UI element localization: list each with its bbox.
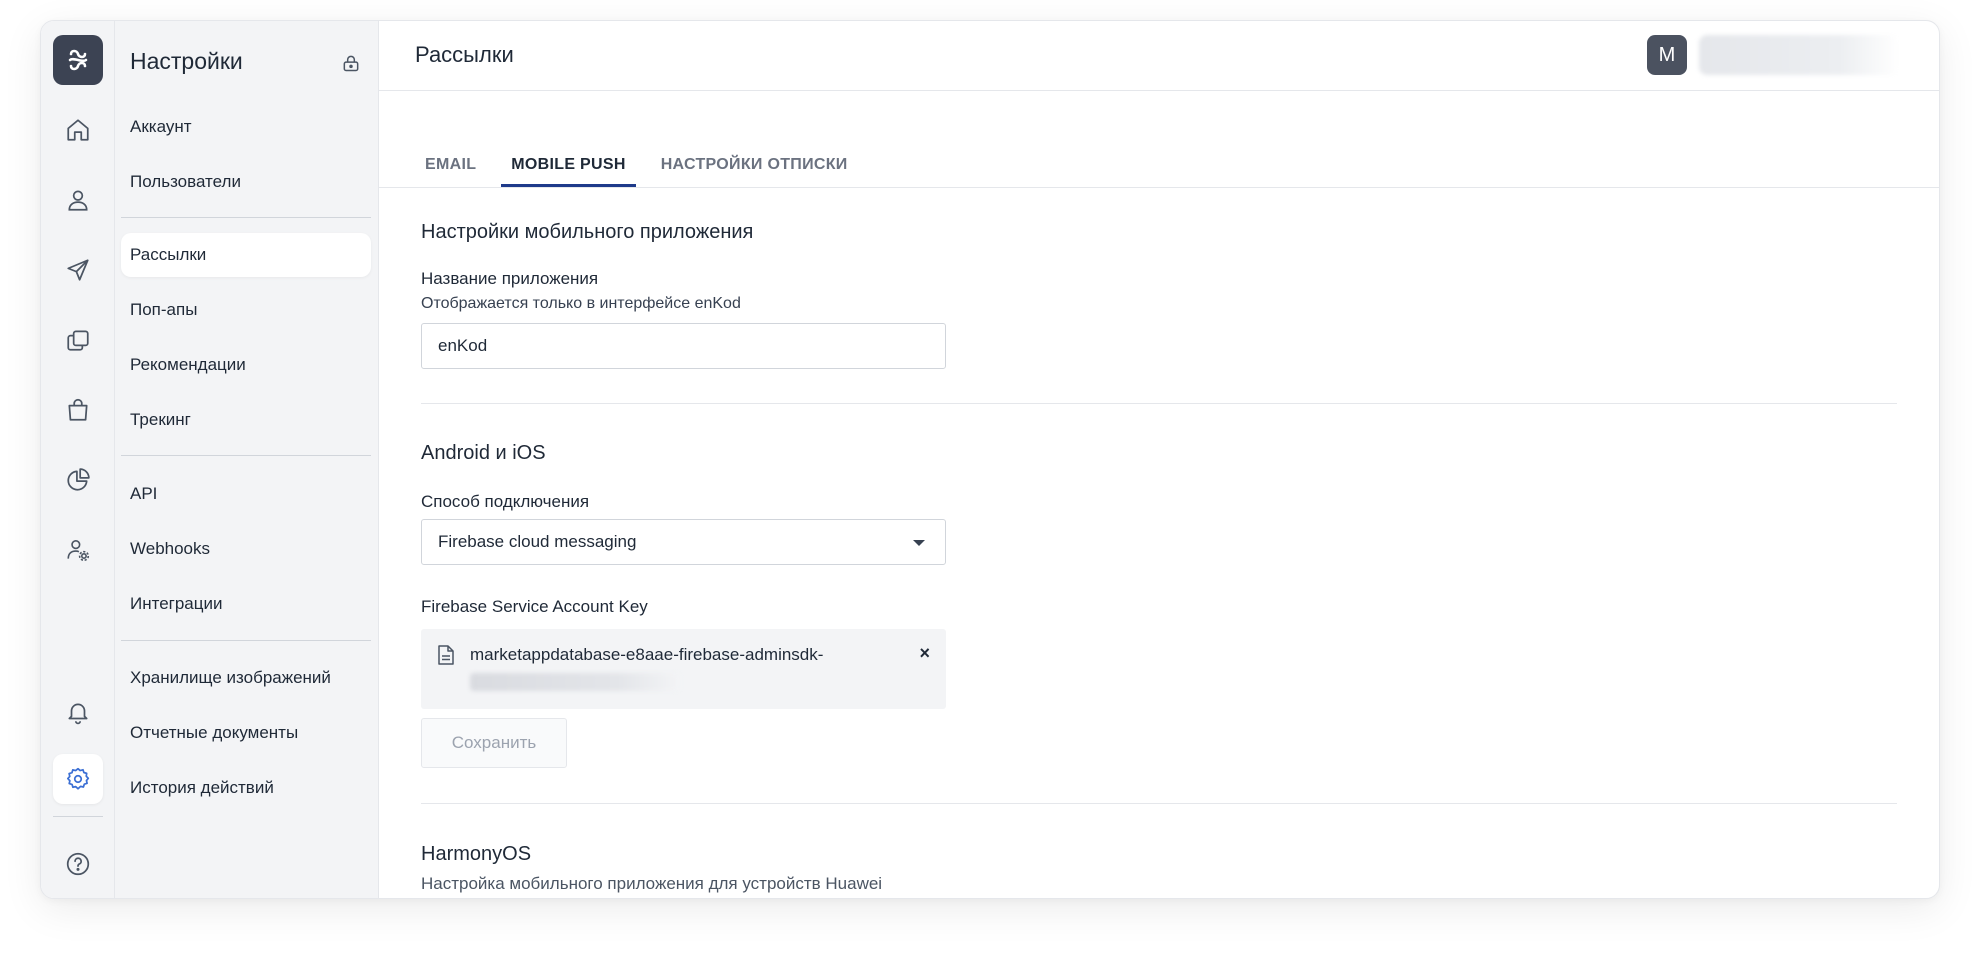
sidebar-item-mailings[interactable]: Рассылки [121,233,371,277]
pie-chart-icon [67,468,90,491]
send-icon [67,259,89,281]
tab-unsubscribe-settings[interactable]: НАСТРОЙКИ ОТПИСКИ [651,133,858,187]
sidebar-item-action-history[interactable]: История действий [121,766,371,810]
lock-icon [343,55,359,72]
tab-divider [379,187,1939,188]
connection-method-label: Способ подключения [421,492,590,511]
logo-icon [68,49,88,71]
app-name-input[interactable] [421,323,946,369]
home-icon [67,119,89,141]
sidebar-item-image-storage[interactable]: Хранилище изображений [121,656,371,700]
rail-campaigns-button[interactable] [53,245,103,295]
rail-home-button[interactable] [53,105,103,155]
sidebar-divider [121,455,371,456]
sidebar-item-integrations[interactable]: Интеграции [121,582,371,626]
file-icon [437,645,455,665]
app-name-hint: Отображается только в интерфейсе enKod [421,295,741,312]
app-name-label: Название приложения [421,269,599,288]
main-content: Рассылки M EMAIL MOBILE PUSH НАСТРОЙКИ О… [379,21,1939,898]
android-ios-title: Android и iOS [421,442,546,464]
tab-bar: EMAIL MOBILE PUSH НАСТРОЙКИ ОТПИСКИ [415,133,873,187]
sidebar-item-reports[interactable]: Отчетные документы [121,711,371,755]
tab-mobile-push[interactable]: MOBILE PUSH [501,133,636,187]
page-title: Рассылки [415,42,514,67]
sidebar-title: Настройки [130,48,243,74]
rail-roles-button[interactable] [53,525,103,575]
bag-icon [68,398,88,421]
section-divider [421,403,1897,404]
sidebar-divider [121,217,371,218]
sidebar-item-users[interactable]: Пользователи [121,160,371,204]
app-settings-title: Настройки мобильного приложения [421,221,754,243]
remove-file-button[interactable]: × [919,643,930,664]
harmonyos-description: Настройка мобильного приложения для устр… [421,874,883,893]
sidebar-item-popups[interactable]: Поп-апы [121,288,371,332]
sidebar-item-api[interactable]: API [121,472,371,516]
app-window: Настройки Аккаунт Пользователи Рассылки … [40,20,1940,899]
enkod-logo[interactable] [53,35,103,85]
sidebar-divider [121,640,371,641]
tab-email[interactable]: EMAIL [415,133,486,187]
rail-analytics-button[interactable] [53,455,103,505]
connection-method-select[interactable]: Firebase cloud messaging [421,519,946,565]
sidebar-item-webhooks[interactable]: Webhooks [121,527,371,571]
save-button[interactable]: Сохранить [421,718,567,768]
connection-method-value: Firebase cloud messaging [438,532,637,551]
service-account-key-file: marketappdatabase-e8aae-firebase-adminsd… [421,629,946,709]
rail-divider [53,816,103,817]
section-divider [421,803,1897,804]
bell-icon [68,703,88,725]
sidebar-item-recommendations[interactable]: Рекомендации [121,343,371,387]
copy-icon [67,330,89,351]
rail-templates-button[interactable] [53,315,103,365]
rail-notifications-button[interactable] [53,687,103,737]
user-settings-icon [67,539,90,562]
sidebar-item-account[interactable]: Аккаунт [121,105,371,149]
chevron-down-icon [913,540,925,546]
avatar[interactable]: M [1647,35,1687,75]
rail-products-button[interactable] [53,385,103,435]
help-icon [66,852,90,876]
rail-settings-button[interactable] [53,754,103,804]
service-account-key-label: Firebase Service Account Key [421,597,648,616]
file-name: marketappdatabase-e8aae-firebase-adminsd… [470,645,824,664]
file-name-redacted [470,673,680,691]
rail-help-button[interactable] [53,839,103,889]
top-bar: Рассылки M [379,21,1939,91]
gear-icon [66,767,90,790]
icon-rail [41,21,115,898]
settings-sidebar: Настройки Аккаунт Пользователи Рассылки … [115,21,379,898]
harmonyos-title: HarmonyOS [421,843,532,865]
lock-button[interactable] [339,51,363,75]
rail-users-button[interactable] [53,175,103,225]
sidebar-item-tracking[interactable]: Трекинг [121,398,371,442]
user-name-redacted[interactable] [1699,35,1899,75]
user-icon [68,190,88,211]
